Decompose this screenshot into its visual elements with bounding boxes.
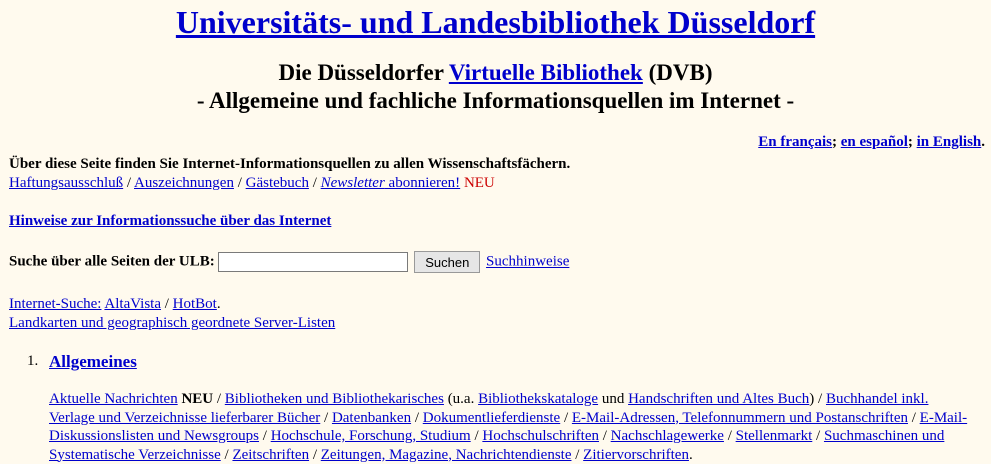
altavista-link[interactable]: AltaVista [104, 296, 161, 312]
stellenmarkt-link[interactable]: Stellenmarkt [736, 428, 813, 444]
subtitle: Die Düsseldorfer Virtuelle Bibliothek (D… [0, 60, 991, 86]
separator: / [161, 296, 173, 312]
separator: ; [907, 134, 917, 150]
separator: / [411, 409, 423, 426]
separator: / [571, 446, 584, 463]
email-adressen-link[interactable]: E-Mail-Adressen, Telefonnummern und Post… [572, 410, 908, 426]
landkarten-link[interactable]: Landkarten und geographisch geordnete Se… [9, 315, 335, 331]
search-hints-section: Hinweise zur Informationssuche über das … [9, 213, 331, 230]
haftungsausschluss-link[interactable]: Haftungsausschluß [9, 175, 123, 191]
dokumentlieferdienste-link[interactable]: Dokumentlieferdienste [423, 410, 560, 426]
separator: / [560, 409, 572, 426]
bibliotheken-link[interactable]: Bibliotheken und Bibliothekarisches [225, 391, 444, 407]
separator: ; [832, 134, 841, 150]
separator: . [981, 134, 985, 150]
separator: / [308, 175, 321, 191]
subtitle-prefix: Die Düsseldorfer [278, 60, 449, 85]
newsletter-link[interactable]: Newsletter abonnieren! [321, 175, 461, 191]
gaestebuch-link[interactable]: Gästebuch [246, 175, 309, 191]
newsletter-label: Newsletter [320, 175, 385, 191]
abonnieren-label: abonnieren! [384, 175, 461, 191]
zeitschriften-link[interactable]: Zeitschriften [232, 447, 309, 463]
zeitungen-link[interactable]: Zeitungen, Magazine, Nachrichtendienste [321, 447, 572, 463]
text: und [598, 391, 629, 407]
new-badge: NEU [181, 391, 214, 407]
search-label: Suche über alle Seiten der ULB: [9, 253, 215, 270]
separator: / [259, 428, 271, 444]
internet-search-link[interactable]: Internet-Suche: [9, 296, 101, 312]
separator: . [688, 446, 693, 463]
handschriften-link[interactable]: Handschriften und Altes Buch [628, 391, 809, 407]
bibliothekskataloge-link[interactable]: Bibliothekskataloge [478, 391, 598, 407]
search-input[interactable] [218, 252, 409, 272]
lang-french-link[interactable]: En français [758, 134, 832, 150]
separator: / [213, 391, 225, 407]
datenbanken-link[interactable]: Datenbanken [332, 410, 411, 426]
virtuelle-bibliothek-link[interactable]: Virtuelle Bibliothek [449, 60, 643, 85]
separator: / [812, 428, 824, 444]
intro-text: Über diese Seite finden Sie Internet-Inf… [9, 156, 571, 172]
hochschule-link[interactable]: Hochschule, Forschung, Studium [271, 428, 471, 444]
category-list: Aktuelle Nachrichten NEU / Bibliotheken … [49, 390, 974, 464]
separator: / [220, 446, 233, 463]
hinweise-link[interactable]: Hinweise zur Informationssuche über das … [9, 213, 331, 229]
separator: / [907, 409, 920, 426]
hochschulschriften-link[interactable]: Hochschulschriften [482, 428, 599, 444]
language-links: En français; en español; in English. [758, 134, 985, 151]
nachrichten-link[interactable]: Aktuelle Nachrichten [49, 391, 178, 407]
zitiervorschriften-link[interactable]: Zitiervorschriften [583, 447, 689, 463]
library-title-link[interactable]: Universitäts- und Landesbibliothek Düsse… [176, 4, 815, 40]
nachschlagewerke-link[interactable]: Nachschlagewerke [611, 428, 724, 444]
separator: / [470, 428, 483, 444]
separator: / [320, 409, 332, 426]
separator: / [309, 446, 321, 463]
separator: / [233, 175, 246, 191]
suchhinweise-link[interactable]: Suchhinweise [486, 254, 569, 270]
subtitle-suffix: (DVB) [642, 60, 713, 85]
new-badge: NEU [463, 175, 495, 191]
separator: . [216, 296, 221, 312]
search-button[interactable]: Suchen [414, 251, 481, 273]
tagline: - Allgemeine und fachliche Informationsq… [196, 88, 795, 113]
separator: / [814, 391, 826, 407]
page-title: Universitäts- und Landesbibliothek Düsse… [0, 4, 991, 41]
hotbot-link[interactable]: HotBot [173, 296, 217, 312]
auszeichnungen-link[interactable]: Auszeichnungen [134, 175, 234, 191]
top-links: Haftungsausschluß / Auszeichnungen / Gäs… [9, 175, 495, 192]
lang-spanish-link[interactable]: en español [841, 134, 908, 150]
internet-search: Internet-Suche: AltaVista / HotBot. [9, 296, 221, 313]
allgemeines-link[interactable]: Allgemeines [49, 352, 137, 371]
separator: / [599, 428, 611, 444]
site-search: Suche über alle Seiten der ULB: Suchen S… [9, 251, 569, 273]
text: (u.a. [443, 391, 479, 407]
separator: / [123, 175, 134, 191]
lang-english-link[interactable]: in English [917, 134, 982, 150]
section-number: 1. [27, 353, 39, 369]
separator: / [723, 428, 736, 444]
section-title: Allgemeines [49, 352, 137, 372]
maps-section: Landkarten und geographisch geordnete Se… [9, 315, 335, 332]
